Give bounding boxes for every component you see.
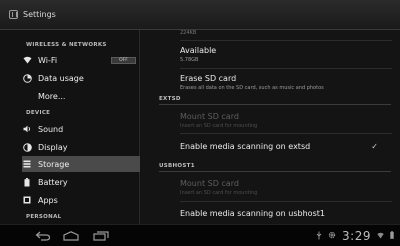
recent-apps-icon[interactable]	[92, 229, 110, 243]
battery-status-icon	[390, 231, 394, 241]
wifi-icon	[22, 55, 32, 65]
storage-pane: 224KB Available 5.78GB Erase SD card Era…	[140, 30, 400, 224]
storage-icon	[22, 159, 32, 169]
system-nav-bar: 3:29	[0, 224, 400, 246]
settings-app-icon	[9, 10, 18, 19]
settings-sidebar: WIRELESS & NETWORKS Wi-Fi OFF Data usage…	[0, 30, 140, 224]
sound-icon	[22, 124, 32, 134]
storage-total-partial: 224KB	[180, 30, 197, 36]
category-extsd: EXTSD	[159, 96, 391, 105]
home-icon[interactable]	[62, 229, 80, 243]
available-label: Available	[180, 46, 217, 55]
wifi-toggle[interactable]: OFF	[111, 57, 136, 64]
sidebar-item-label: Display	[38, 142, 68, 152]
mount-extsd[interactable]: Mount SD card Insert an SD card for moun…	[180, 112, 390, 129]
media-scan-title: Enable media scanning on usbhost1	[180, 209, 325, 218]
wifi-status-icon	[377, 232, 384, 241]
settings-icon	[328, 231, 336, 241]
apps-icon	[22, 195, 32, 205]
sidebar-item-wifi[interactable]: Wi-Fi OFF	[22, 52, 140, 68]
sidebar-item-apps[interactable]: Apps	[22, 192, 140, 208]
erase-sd-card[interactable]: Erase SD card Erases all data on the SD …	[180, 74, 390, 91]
sidebar-item-label: Data usage	[38, 73, 84, 83]
sidebar-item-label: Battery	[38, 177, 68, 187]
mount-subtitle: Insert an SD card for mounting	[180, 190, 258, 196]
sidebar-item-sound[interactable]: Sound	[22, 121, 140, 137]
mount-subtitle: Insert an SD card for mounting	[180, 123, 258, 129]
available-value: 5.78GB	[180, 57, 199, 63]
erase-subtitle: Erases all data on the SD card, such as …	[180, 85, 324, 91]
back-icon[interactable]	[34, 229, 52, 243]
section-header-device: DEVICE	[26, 110, 51, 116]
mount-usbhost1[interactable]: Mount SD card Insert an SD card for moun…	[180, 179, 390, 196]
sidebar-item-label: Storage	[38, 159, 70, 169]
sidebar-item-data-usage[interactable]: Data usage	[22, 70, 140, 86]
storage-available: Available 5.78GB	[180, 46, 390, 63]
mount-title: Mount SD card	[180, 112, 239, 121]
sidebar-item-label: More...	[38, 91, 66, 101]
data-usage-icon	[22, 73, 32, 83]
section-header-personal: PERSONAL	[26, 214, 62, 220]
section-header-wireless: WIRELESS & NETWORKS	[26, 42, 107, 48]
sidebar-item-display[interactable]: Display	[22, 139, 140, 155]
sidebar-item-storage[interactable]: Storage	[22, 156, 140, 172]
media-scan-title: Enable media scanning on extsd	[180, 142, 311, 151]
status-area[interactable]: 3:29	[316, 227, 394, 245]
display-icon	[22, 142, 32, 152]
sidebar-item-label: Wi-Fi	[38, 55, 58, 65]
battery-icon	[22, 177, 32, 187]
action-bar: Settings	[0, 0, 400, 30]
page-title: Settings	[23, 10, 56, 19]
usb-icon	[316, 231, 322, 242]
sidebar-item-label: Apps	[38, 195, 58, 205]
sidebar-item-more[interactable]: More...	[22, 88, 140, 104]
sidebar-item-battery[interactable]: Battery	[22, 174, 140, 190]
erase-title: Erase SD card	[180, 74, 237, 83]
category-usbhost1: USBHOST1	[159, 163, 391, 172]
media-scan-extsd[interactable]: Enable media scanning on extsd ✓	[180, 142, 390, 156]
sidebar-item-label: Sound	[38, 124, 64, 134]
clock: 3:29	[342, 229, 371, 243]
checkbox-checked-icon[interactable]: ✓	[371, 142, 378, 151]
media-scan-usbhost1[interactable]: Enable media scanning on usbhost1	[180, 209, 390, 218]
mount-title: Mount SD card	[180, 179, 239, 188]
